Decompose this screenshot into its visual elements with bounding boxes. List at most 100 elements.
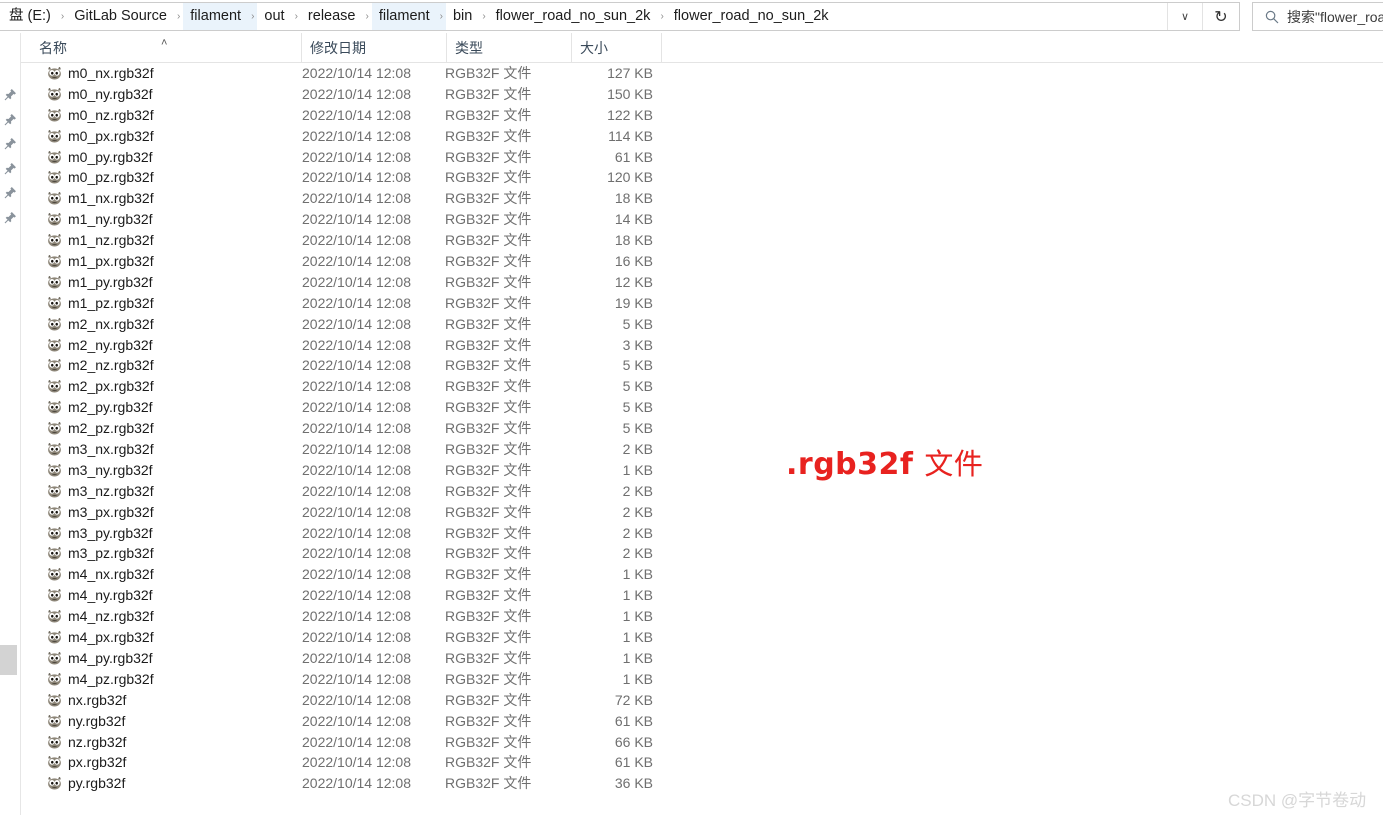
breadcrumb-item-0[interactable]: 盘 (E:) (2, 3, 58, 30)
table-row[interactable]: m4_nz.rgb32f 2022/10/14 12:08 RGB32F 文件 1 K… (21, 606, 1383, 627)
address-dropdown-button[interactable]: ∨ (1167, 3, 1202, 30)
file-name-cell[interactable]: m1_nz.rgb32f (46, 230, 154, 251)
table-row[interactable]: m1_nz.rgb32f 2022/10/14 12:08 RGB32F 文件 18 … (21, 230, 1383, 251)
table-row[interactable]: m4_pz.rgb32f 2022/10/14 12:08 RGB32F 文件 1 K… (21, 669, 1383, 690)
file-name-cell[interactable]: py.rgb32f (46, 773, 125, 794)
file-name-cell[interactable]: m0_nz.rgb32f (46, 105, 154, 126)
table-row[interactable]: m1_pz.rgb32f 2022/10/14 12:08 RGB32F 文件 19 … (21, 293, 1383, 314)
breadcrumb-item-2[interactable]: filament (183, 3, 249, 30)
file-name-cell[interactable]: m4_px.rgb32f (46, 627, 154, 648)
table-row[interactable]: m2_pz.rgb32f 2022/10/14 12:08 RGB32F 文件 5 K… (21, 418, 1383, 439)
table-row[interactable]: m4_ny.rgb32f 2022/10/14 12:08 RGB32F 文件 1 K… (21, 585, 1383, 606)
file-name-cell[interactable]: m1_ny.rgb32f (46, 209, 153, 230)
table-row[interactable]: px.rgb32f 2022/10/14 12:08 RGB32F 文件 61 KB (21, 752, 1383, 773)
table-row[interactable]: m3_ny.rgb32f 2022/10/14 12:08 RGB32F 文件 1 K… (21, 460, 1383, 481)
table-row[interactable]: m1_ny.rgb32f 2022/10/14 12:08 RGB32F 文件 14 … (21, 209, 1383, 230)
file-name-cell[interactable]: m1_nx.rgb32f (46, 188, 154, 209)
gimp-wilber-icon (48, 484, 61, 498)
breadcrumb-item-3[interactable]: out (257, 3, 291, 30)
file-date-cell: 2022/10/14 12:08 (302, 253, 411, 270)
file-name-cell[interactable]: m3_py.rgb32f (46, 523, 153, 544)
table-row[interactable]: ny.rgb32f 2022/10/14 12:08 RGB32F 文件 61 KB (21, 711, 1383, 732)
navigation-scrollbar-thumb[interactable] (0, 645, 17, 675)
table-row[interactable]: m3_nx.rgb32f 2022/10/14 12:08 RGB32F 文件 2 K… (21, 439, 1383, 460)
table-row[interactable]: m2_nx.rgb32f 2022/10/14 12:08 RGB32F 文件 5 K… (21, 314, 1383, 335)
file-name-cell[interactable]: nz.rgb32f (46, 732, 126, 753)
table-row[interactable]: m1_px.rgb32f 2022/10/14 12:08 RGB32F 文件 16 … (21, 251, 1383, 272)
file-name-cell[interactable]: m4_py.rgb32f (46, 648, 153, 669)
table-row[interactable]: m3_pz.rgb32f 2022/10/14 12:08 RGB32F 文件 2 K… (21, 543, 1383, 564)
table-row[interactable]: m0_px.rgb32f 2022/10/14 12:08 RGB32F 文件 114… (21, 126, 1383, 147)
column-header-date[interactable]: 修改日期 (301, 33, 446, 62)
file-size-cell: 150 KB (607, 85, 653, 102)
file-name-cell[interactable]: m0_pz.rgb32f (46, 167, 154, 188)
address-bar[interactable]: 盘 (E:) › GitLab Source › filament › out › releas… (0, 2, 1240, 31)
file-name-cell[interactable]: m2_px.rgb32f (46, 376, 154, 397)
table-row[interactable]: m0_nx.rgb32f 2022/10/14 12:08 RGB32F 文件 127… (21, 63, 1383, 84)
file-size-cell: 2 KB (622, 524, 653, 541)
file-name-cell[interactable]: m0_px.rgb32f (46, 126, 154, 147)
file-name-cell[interactable]: nx.rgb32f (46, 690, 126, 711)
file-name-cell[interactable]: m2_py.rgb32f (46, 397, 153, 418)
table-row[interactable]: m1_py.rgb32f 2022/10/14 12:08 RGB32F 文件 12 … (21, 272, 1383, 293)
annotation-extension: .rgb32f (786, 447, 914, 482)
table-row[interactable]: m0_py.rgb32f 2022/10/14 12:08 RGB32F 文件 61 … (21, 147, 1383, 168)
file-name-cell[interactable]: m1_pz.rgb32f (46, 293, 154, 314)
file-name-cell[interactable]: m0_nx.rgb32f (46, 63, 154, 84)
table-row[interactable]: m4_px.rgb32f 2022/10/14 12:08 RGB32F 文件 1 K… (21, 627, 1383, 648)
file-name-cell[interactable]: m3_nz.rgb32f (46, 481, 154, 502)
column-header-size[interactable]: 大小 (571, 33, 661, 62)
breadcrumb-item-4[interactable]: release (301, 3, 363, 30)
file-name-cell[interactable]: m0_ny.rgb32f (46, 84, 153, 105)
table-row[interactable]: m1_nx.rgb32f 2022/10/14 12:08 RGB32F 文件 18 … (21, 188, 1383, 209)
file-name-cell[interactable]: m4_nz.rgb32f (46, 606, 154, 627)
table-row[interactable]: m2_nz.rgb32f 2022/10/14 12:08 RGB32F 文件 5 K… (21, 355, 1383, 376)
table-row[interactable]: m2_px.rgb32f 2022/10/14 12:08 RGB32F 文件 5 K… (21, 376, 1383, 397)
file-list-view[interactable]: 名称 ˄ 修改日期 类型 大小 m0_nx.rgb32f 2022/10/14 1… (21, 33, 1383, 815)
table-row[interactable]: m4_py.rgb32f 2022/10/14 12:08 RGB32F 文件 1 K… (21, 648, 1383, 669)
table-row[interactable]: m2_ny.rgb32f 2022/10/14 12:08 RGB32F 文件 3 K… (21, 335, 1383, 356)
breadcrumb-item-6[interactable]: bin (446, 3, 479, 30)
file-name-cell[interactable]: m1_py.rgb32f (46, 272, 153, 293)
file-name-cell[interactable]: m2_nx.rgb32f (46, 314, 154, 335)
file-name-cell[interactable]: m0_py.rgb32f (46, 147, 153, 168)
table-row[interactable]: m3_nz.rgb32f 2022/10/14 12:08 RGB32F 文件 2 K… (21, 481, 1383, 502)
pin-icon (4, 88, 17, 101)
table-row[interactable]: nz.rgb32f 2022/10/14 12:08 RGB32F 文件 66 KB (21, 732, 1383, 753)
file-name-cell[interactable]: ny.rgb32f (46, 711, 125, 732)
table-row[interactable]: m3_px.rgb32f 2022/10/14 12:08 RGB32F 文件 2 K… (21, 502, 1383, 523)
file-name-cell[interactable]: px.rgb32f (46, 752, 126, 773)
file-name-cell[interactable]: m1_px.rgb32f (46, 251, 154, 272)
table-row[interactable]: m4_nx.rgb32f 2022/10/14 12:08 RGB32F 文件 1 K… (21, 564, 1383, 585)
file-name-cell[interactable]: m4_pz.rgb32f (46, 669, 154, 690)
breadcrumb[interactable]: 盘 (E:) › GitLab Source › filament › out › releas… (0, 3, 1167, 30)
file-rows: m0_nx.rgb32f 2022/10/14 12:08 RGB32F 文件 127… (21, 63, 1383, 794)
column-header-type[interactable]: 类型 (446, 33, 571, 62)
file-type-cell: RGB32F 文件 (445, 754, 532, 771)
file-name-cell[interactable]: m2_ny.rgb32f (46, 335, 153, 356)
file-name-cell[interactable]: m3_px.rgb32f (46, 502, 154, 523)
file-type-cell: RGB32F 文件 (445, 378, 532, 395)
file-name-cell[interactable]: m3_ny.rgb32f (46, 460, 153, 481)
breadcrumb-item-7[interactable]: flower_road_no_sun_2k (489, 3, 658, 30)
file-name-cell[interactable]: m3_nx.rgb32f (46, 439, 154, 460)
file-name-cell[interactable]: m2_pz.rgb32f (46, 418, 154, 439)
breadcrumb-item-5[interactable]: filament (371, 3, 437, 30)
table-row[interactable]: m0_pz.rgb32f 2022/10/14 12:08 RGB32F 文件 120… (21, 167, 1383, 188)
table-row[interactable]: py.rgb32f 2022/10/14 12:08 RGB32F 文件 36 KB (21, 773, 1383, 794)
file-name-cell[interactable]: m4_ny.rgb32f (46, 585, 153, 606)
search-input[interactable]: 搜索"flower_roa (1287, 7, 1383, 27)
table-row[interactable]: nx.rgb32f 2022/10/14 12:08 RGB32F 文件 72 KB (21, 690, 1383, 711)
search-box[interactable]: 搜索"flower_roa (1252, 2, 1383, 31)
file-name-cell[interactable]: m3_pz.rgb32f (46, 543, 154, 564)
refresh-button[interactable]: ↻ (1202, 3, 1239, 30)
file-date-cell: 2022/10/14 12:08 (302, 441, 411, 458)
table-row[interactable]: m2_py.rgb32f 2022/10/14 12:08 RGB32F 文件 5 K… (21, 397, 1383, 418)
breadcrumb-item-1[interactable]: GitLab Source (67, 3, 174, 30)
file-name-cell[interactable]: m2_nz.rgb32f (46, 355, 154, 376)
table-row[interactable]: m0_ny.rgb32f 2022/10/14 12:08 RGB32F 文件 150… (21, 84, 1383, 105)
table-row[interactable]: m0_nz.rgb32f 2022/10/14 12:08 RGB32F 文件 122… (21, 105, 1383, 126)
breadcrumb-item-8[interactable]: flower_road_no_sun_2k (667, 3, 836, 30)
table-row[interactable]: m3_py.rgb32f 2022/10/14 12:08 RGB32F 文件 2 K… (21, 523, 1383, 544)
file-name-cell[interactable]: m4_nx.rgb32f (46, 564, 154, 585)
